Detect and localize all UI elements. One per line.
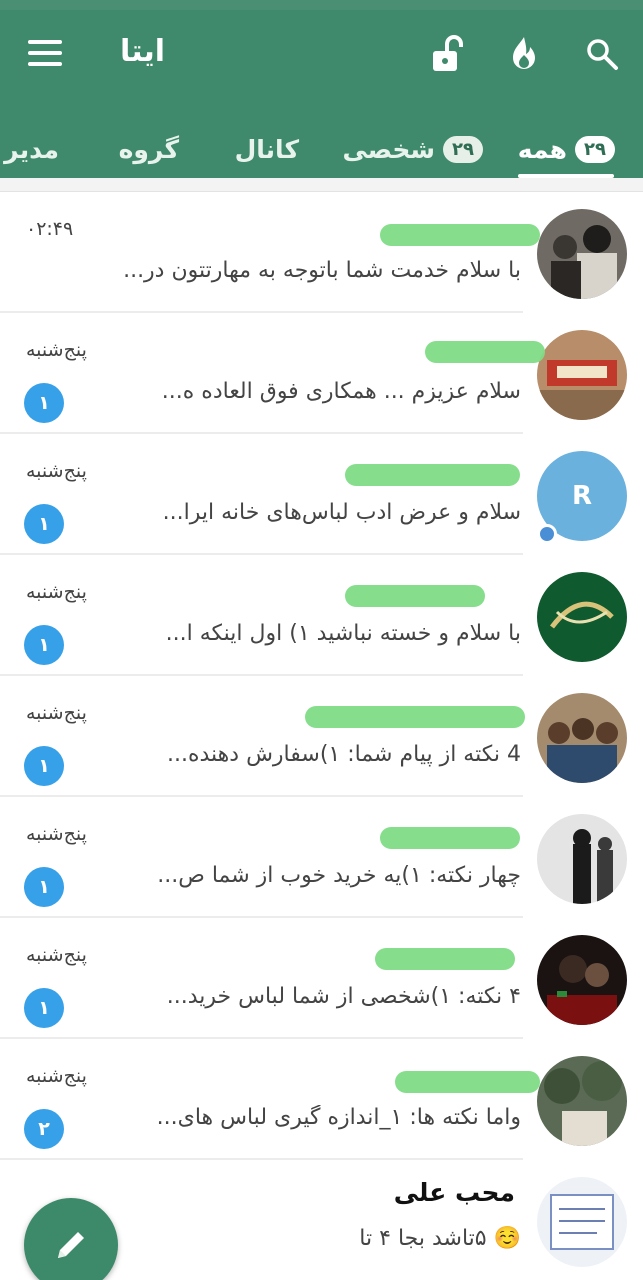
tab-label: شخصی xyxy=(342,134,436,164)
search-icon[interactable] xyxy=(580,32,624,76)
chat-row[interactable]: واما نکته ها: ۱_اندازه گیری لباس های... … xyxy=(0,1039,643,1160)
app-title: ایتا xyxy=(120,34,166,69)
avatar xyxy=(537,1056,627,1146)
chat-time: پنج‌شنبه xyxy=(26,1065,87,1087)
chat-preview: واما نکته ها: ۱_اندازه گیری لباس های... xyxy=(156,1105,521,1130)
tab-all[interactable]: ۲۹ همه xyxy=(518,120,615,178)
pencil-icon xyxy=(58,1232,84,1258)
avatar xyxy=(537,814,627,904)
avatar xyxy=(537,330,627,420)
tab-channel[interactable]: کانال xyxy=(235,120,299,178)
avatar xyxy=(537,209,627,299)
chat-time: پنج‌شنبه xyxy=(26,702,87,724)
tab-count: ۲۹ xyxy=(443,135,483,163)
unread-badge: ۱ xyxy=(24,867,64,907)
chat-row[interactable]: سلام عزیزم ... همکاری فوق العاده ه... پن… xyxy=(0,313,643,434)
unread-badge: ۱ xyxy=(24,988,64,1028)
avatar xyxy=(537,1177,627,1267)
chat-preview: ☺️ ۵تاشد بجا ۴ تا xyxy=(359,1226,521,1251)
chat-row[interactable]: با سلام خدمت شما باتوجه به مهارتتون در..… xyxy=(0,192,643,313)
name-redaction xyxy=(305,706,525,728)
chat-preview: با سلام خدمت شما باتوجه به مهارتتون در..… xyxy=(123,258,521,283)
name-redaction xyxy=(380,224,540,246)
chat-preview: چهار نکته: ۱)یه خرید خوب از شما ص... xyxy=(157,863,521,888)
tab-label: همه xyxy=(517,134,568,164)
name-redaction xyxy=(345,585,485,607)
chat-preview: 4 نکته از پیام شما: ۱)سفارش دهنده... xyxy=(166,742,521,767)
chat-preview: سلام و عرض ادب لباس‌های خانه ایرا... xyxy=(162,500,521,525)
avatar xyxy=(537,935,627,1025)
avatar xyxy=(537,572,627,662)
chat-row[interactable]: چهار نکته: ۱)یه خرید خوب از شما ص... پنج… xyxy=(0,797,643,918)
flame-icon[interactable] xyxy=(502,32,546,76)
tab-label: کانال xyxy=(234,134,299,164)
chat-time: پنج‌شنبه xyxy=(26,339,87,361)
tab-label: گروه xyxy=(118,134,179,164)
chat-row[interactable]: ۴ نکته: ۱)شخصی از شما لباس خرید... پنج‌ش… xyxy=(0,918,643,1039)
unread-badge: ۱ xyxy=(24,746,64,786)
chat-row[interactable]: 4 نکته از پیام شما: ۱)سفارش دهنده... پنج… xyxy=(0,676,643,797)
chat-row[interactable]: با سلام و خسته نباشید ۱) اول اینکه ا... … xyxy=(0,555,643,676)
chat-row[interactable]: R سلام و عرض ادب لباس‌های خانه ایرا... پ… xyxy=(0,434,643,555)
name-redaction xyxy=(425,341,545,363)
menu-icon[interactable] xyxy=(28,40,64,70)
tab-count: ۲۹ xyxy=(575,135,615,163)
tab-admin[interactable]: مدیر xyxy=(4,120,59,178)
lock-open-icon[interactable] xyxy=(425,32,469,76)
app-bar: ایتا ۲۹ همه ۲۹ شخصی کانال گروه مدیر xyxy=(0,10,643,178)
chat-time: پنج‌شنبه xyxy=(26,581,87,603)
chat-preview: سلام عزیزم ... همکاری فوق العاده ه... xyxy=(161,379,521,404)
unread-badge: ۱ xyxy=(24,383,64,423)
chat-time: پنج‌شنبه xyxy=(26,823,87,845)
name-redaction xyxy=(395,1071,540,1093)
unread-badge: ۲ xyxy=(24,1109,64,1149)
chat-preview: ۴ نکته: ۱)شخصی از شما لباس خرید... xyxy=(166,984,521,1009)
unread-badge: ۱ xyxy=(24,504,64,544)
name-redaction xyxy=(380,827,520,849)
list-top-shadow xyxy=(0,178,643,192)
online-indicator xyxy=(537,524,557,544)
avatar xyxy=(537,693,627,783)
chat-list: با سلام خدمت شما باتوجه به مهارتتون در..… xyxy=(0,192,643,1280)
unread-badge: ۱ xyxy=(24,625,64,665)
status-bar xyxy=(0,0,643,10)
tab-personal[interactable]: ۲۹ شخصی xyxy=(342,120,483,178)
chat-time: ۰۲:۴۹ xyxy=(26,218,74,240)
tab-group[interactable]: گروه xyxy=(119,120,179,178)
chat-time: پنج‌شنبه xyxy=(26,944,87,966)
tab-label: مدیر xyxy=(4,134,59,164)
folder-tabs: ۲۹ همه ۲۹ شخصی کانال گروه مدیر xyxy=(0,120,643,178)
chat-preview: با سلام و خسته نباشید ۱) اول اینکه ا... xyxy=(165,621,521,646)
name-redaction xyxy=(345,464,520,486)
name-redaction xyxy=(375,948,515,970)
chat-name: محب علی xyxy=(393,1178,515,1207)
chat-time: پنج‌شنبه xyxy=(26,460,87,482)
